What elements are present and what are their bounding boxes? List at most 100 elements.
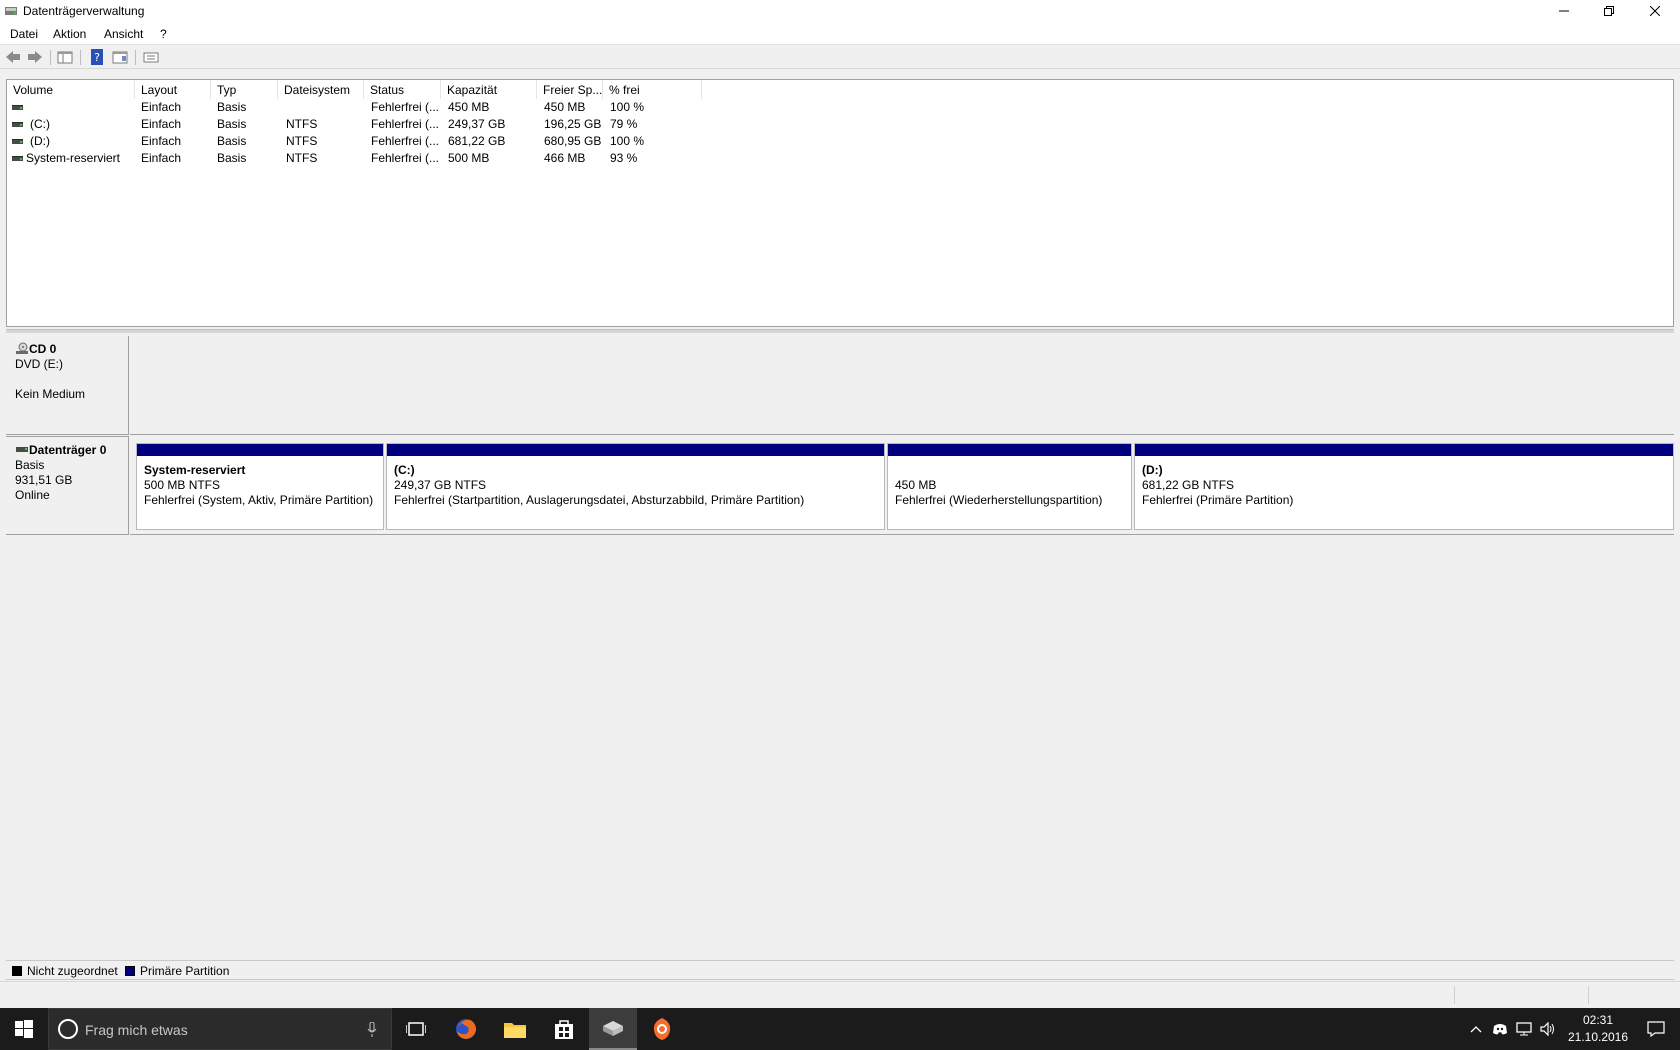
partition-info: (C:) 249,37 GB NTFS Fehlerfrei (Startpar… [391,460,880,525]
settings-icon [143,52,159,63]
cd-drive-icon [16,342,28,354]
cell-dateisystem: NTFS [286,151,318,165]
table-row[interactable]: Einfach Basis Fehlerfrei (... 450 MB 450… [7,99,707,116]
taskbar-origin[interactable] [638,1008,686,1050]
pane-splitter[interactable] [6,329,1674,333]
minimize-button[interactable] [1541,0,1587,22]
table-row[interactable]: (C:) Einfach Basis NTFS Fehlerfrei (... … [7,116,707,133]
microphone-icon[interactable] [367,1022,377,1038]
disk-management-icon [603,1021,623,1036]
menu-help[interactable]: ? [160,27,167,41]
taskbar: Frag mich etwas 02:31 21.10.2016 [0,1008,1680,1050]
disk-area-disk0: System-reserviert 500 MB NTFS Fehlerfrei… [130,436,1674,535]
forward-button[interactable] [26,49,44,65]
toolbar-separator [80,50,81,65]
firefox-icon [456,1019,476,1039]
action-center-button[interactable] [1636,1008,1676,1050]
svg-text:?: ? [94,51,100,64]
notification-icon [1647,1021,1665,1037]
cell-prozent-frei: 100 % [610,100,645,114]
col-freier-speicher[interactable]: Freier Sp... [537,80,603,99]
toolbar-separator [135,50,136,65]
col-layout[interactable]: Layout [135,80,211,99]
partition-recovery[interactable]: 450 MB Fehlerfrei (Wiederherstellungspar… [887,443,1132,530]
menu-ansicht[interactable]: Ansicht [104,27,143,41]
start-button[interactable] [0,1008,48,1050]
partition-c[interactable]: (C:) 249,37 GB NTFS Fehlerfrei (Startpar… [386,443,885,530]
primary-partition-bar [888,444,1131,456]
disk-area-cd0[interactable] [130,336,1674,435]
cell-typ: Basis [217,100,247,114]
task-view-button[interactable] [392,1008,440,1050]
disk-label-cd0[interactable]: CD 0 DVD (E:) Kein Medium [6,336,129,435]
close-button[interactable] [1632,0,1678,22]
cortana-icon [58,1019,78,1039]
properties-icon [112,51,128,64]
cell-status: Fehlerfrei (... [371,151,440,165]
table-row[interactable]: System-reserviert Einfach Basis NTFS Feh… [7,150,707,167]
partition-d[interactable]: (D:) 681,22 GB NTFS Fehlerfrei (Primäre … [1134,443,1674,530]
disk-name: Datenträger 0 [15,443,128,458]
disk-size: 931,51 GB [15,473,73,487]
taskbar-clock[interactable]: 02:31 21.10.2016 [1566,1012,1630,1046]
col-status[interactable]: Status [364,80,441,99]
col-kapazitaet[interactable]: Kapazität [441,80,537,99]
primary-partition-bar [387,444,884,456]
partition-status: Fehlerfrei (System, Aktiv, Primäre Parti… [144,493,374,507]
partition-size: 450 MB [895,478,937,492]
restore-button[interactable] [1586,0,1632,22]
cell-kapazitaet: 681,22 GB [448,134,506,148]
partition-title: (D:) [1142,463,1163,477]
settings-button[interactable] [142,49,160,65]
taskbar-disk-management[interactable] [589,1008,637,1050]
volume-icon [12,122,23,127]
disk-graphical-view: CD 0 DVD (E:) Kein Medium Datenträger 0 … [6,334,1674,978]
tray-volume[interactable] [1538,1008,1558,1050]
col-volume[interactable]: Volume [7,80,135,99]
cell-status: Fehlerfrei (... [371,134,440,148]
back-button[interactable] [4,49,22,65]
cell-kapazitaet: 500 MB [448,151,490,165]
volume-icon [12,105,23,110]
status-separator [1588,986,1589,1004]
title-bar: Datenträgerverwaltung [0,0,1680,23]
taskbar-firefox[interactable] [442,1008,490,1050]
partition-status: Fehlerfrei (Wiederherstellungspartition) [895,493,1103,507]
cell-layout: Einfach [141,117,182,131]
partition-size: 249,37 GB NTFS [394,478,487,492]
cell-volume: System-reserviert [26,151,121,165]
search-box[interactable]: Frag mich etwas [48,1008,392,1050]
console-tree-button[interactable] [56,49,74,65]
show-hidden-icons-button[interactable] [1466,1008,1486,1050]
menu-datei[interactable]: Datei [10,27,38,41]
tray-network[interactable] [1514,1008,1534,1050]
cell-status: Fehlerfrei (... [371,100,440,114]
help-button[interactable]: ? [88,49,106,65]
taskbar-store[interactable] [540,1008,588,1050]
col-prozent-frei[interactable]: % frei [603,80,702,99]
tray-discord[interactable] [1490,1008,1510,1050]
task-view-icon [406,1022,426,1036]
volume-icon [12,156,23,161]
properties-button[interactable] [111,49,129,65]
cell-kapazitaet: 450 MB [448,100,490,114]
legend-unallocated: Nicht zugeordnet [27,964,118,978]
cell-dateisystem: NTFS [286,134,318,148]
back-icon [6,51,20,63]
legend-primary: Primäre Partition [140,964,230,978]
partition-status: Fehlerfrei (Startpartition, Auslagerungs… [394,493,805,507]
col-dateisystem[interactable]: Dateisystem [278,80,364,99]
disk-label-disk0[interactable]: Datenträger 0 Basis 931,51 GB Online [6,436,129,535]
partition-system-reserviert[interactable]: System-reserviert 500 MB NTFS Fehlerfrei… [136,443,384,530]
legend-swatch-unallocated [12,966,22,976]
taskbar-file-explorer[interactable] [491,1008,539,1050]
partition-size: 681,22 GB NTFS [1142,478,1235,492]
disk-type: Basis [15,458,45,472]
menu-aktion[interactable]: Aktion [53,27,86,41]
disk-status: Online [15,488,50,502]
col-typ[interactable]: Typ [211,80,278,99]
partition-title: System-reserviert [144,463,246,477]
clock-time: 02:31 [1582,1013,1614,1027]
table-row[interactable]: (D:) Einfach Basis NTFS Fehlerfrei (... … [7,133,707,150]
cell-layout: Einfach [141,134,182,148]
